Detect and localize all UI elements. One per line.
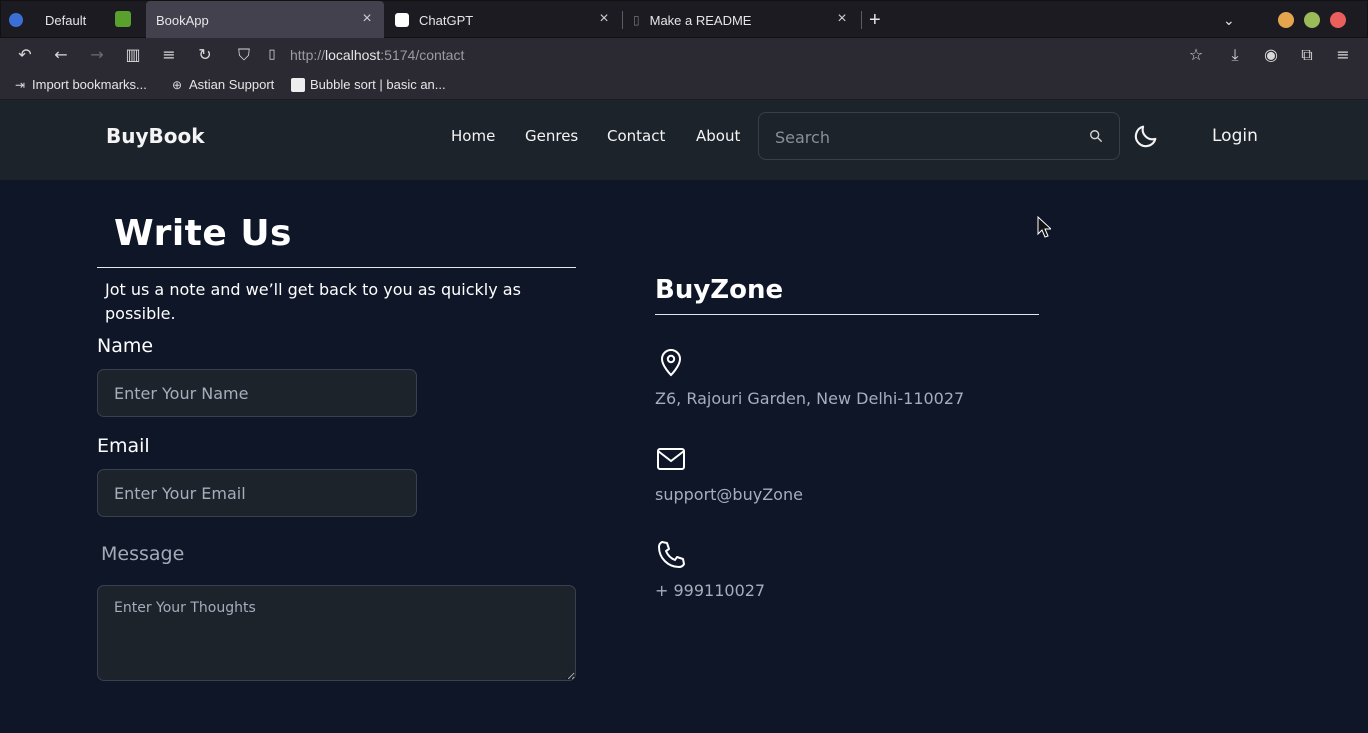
plus-icon: +	[869, 8, 881, 31]
extension-icon	[115, 11, 131, 27]
divider	[655, 314, 1039, 315]
email-field[interactable]	[97, 469, 417, 517]
site-header: BuyBook Home Genres Contact About	[0, 100, 1368, 180]
bookmark-item[interactable]: ⊕ Astian Support	[170, 77, 274, 92]
import-icon: ⇥	[14, 77, 26, 92]
close-icon[interactable]: ×	[360, 11, 374, 27]
tab-title: Default	[45, 12, 87, 28]
intro-text: Jot us a note and we’ll get back to you …	[105, 280, 521, 323]
tab-title: Make a README	[649, 12, 752, 28]
extensions-icon[interactable]: ⧉	[1297, 45, 1317, 65]
shield-icon[interactable]: ⛉	[234, 45, 254, 65]
search-icon[interactable]	[1089, 129, 1103, 143]
message-field[interactable]	[97, 585, 576, 681]
reload-icon[interactable]: ↻	[195, 45, 215, 65]
minimize-button[interactable]	[1278, 12, 1294, 28]
close-window-button[interactable]	[1330, 12, 1346, 28]
brand-logo[interactable]: BuyBook	[106, 124, 205, 148]
url-prefix: http://	[290, 47, 326, 63]
tab-title: ChatGPT	[419, 12, 474, 28]
browser-window: Default BookApp × ChatGPT × ▯ Make a REA…	[0, 0, 1368, 733]
close-icon[interactable]: ×	[835, 11, 849, 27]
url-path: :5174/contact	[380, 47, 465, 63]
navigation-toolbar: ↶ ← → ▥ ≡ ↻ ⛉ ▯ http://localhost:5174/co…	[0, 38, 1368, 72]
divider	[97, 267, 576, 268]
close-icon[interactable]: ×	[597, 11, 611, 27]
back-icon[interactable]: ←	[51, 45, 71, 65]
undo-icon[interactable]: ↶	[15, 45, 35, 65]
login-button[interactable]: Login	[1212, 126, 1258, 146]
firefox-view-icon	[9, 13, 23, 27]
phone-icon	[658, 541, 685, 568]
url-host: localhost	[325, 47, 381, 63]
bookmark-label: Astian Support	[189, 77, 275, 92]
bookmarks-toolbar: ⇥ Import bookmarks... ⊕ Astian Support B…	[0, 72, 1368, 100]
forward-icon[interactable]: →	[87, 45, 107, 65]
nav-genres[interactable]: Genres	[525, 127, 578, 145]
company-heading: BuyZone	[655, 275, 784, 305]
email-text: support@buyZone	[655, 485, 803, 504]
tab-default[interactable]: Default	[9, 1, 139, 39]
phone-text: + 999110027	[655, 581, 766, 600]
nav-about[interactable]: About	[696, 127, 740, 145]
location-pin-icon	[660, 348, 682, 377]
chatgpt-icon	[395, 13, 409, 27]
reader-list-icon[interactable]: ≡	[159, 45, 179, 65]
bookmark-item[interactable]: Bubble sort | basic an...	[291, 77, 446, 92]
url-bar[interactable]: http://localhost:5174/contact	[290, 47, 464, 63]
tab-readme[interactable]: ▯ Make a README ×	[623, 1, 859, 39]
email-label: Email	[97, 435, 150, 457]
globe-icon: ⊕	[171, 77, 183, 92]
page-title: Write Us	[114, 213, 292, 254]
download-icon[interactable]: ⤓	[1225, 45, 1245, 65]
nav-contact[interactable]: Contact	[607, 127, 665, 145]
new-tab-button[interactable]: +	[869, 1, 891, 39]
mouse-cursor-icon	[1037, 216, 1051, 238]
bookmark-label: Bubble sort | basic an...	[310, 77, 446, 92]
tab-bookapp[interactable]: BookApp ×	[146, 1, 384, 39]
tab-title: BookApp	[156, 12, 209, 28]
name-label: Name	[97, 335, 154, 357]
tab-chatgpt[interactable]: ChatGPT ×	[385, 1, 621, 39]
bookmark-item[interactable]: ⇥ Import bookmarks...	[13, 77, 147, 92]
search-box	[758, 112, 1120, 160]
address-text: Z6, Rajouri Garden, New Delhi-110027	[655, 389, 965, 408]
moon-icon[interactable]	[1132, 122, 1160, 150]
bookmark-star-icon[interactable]: ☆	[1186, 45, 1206, 65]
account-icon[interactable]: ◉	[1261, 45, 1281, 65]
sidebar-icon[interactable]: ▥	[123, 45, 143, 65]
search-input[interactable]	[775, 125, 1075, 149]
page-icon	[291, 77, 305, 92]
maximize-button[interactable]	[1304, 12, 1320, 28]
tab-divider	[861, 11, 862, 29]
nav-home[interactable]: Home	[451, 127, 495, 145]
chevron-down-icon: ⌄	[1223, 11, 1235, 28]
mail-icon	[657, 448, 685, 470]
bookmark-label: Import bookmarks...	[32, 77, 147, 92]
page-icon: ▯	[633, 13, 640, 27]
menu-icon[interactable]: ≡	[1333, 45, 1353, 65]
tab-strip: Default BookApp × ChatGPT × ▯ Make a REA…	[0, 0, 1368, 39]
name-field[interactable]	[97, 369, 417, 417]
list-tabs-button[interactable]: ⌄	[1223, 1, 1243, 39]
message-label: Message	[101, 543, 185, 565]
page-info-icon[interactable]: ▯	[262, 45, 282, 65]
